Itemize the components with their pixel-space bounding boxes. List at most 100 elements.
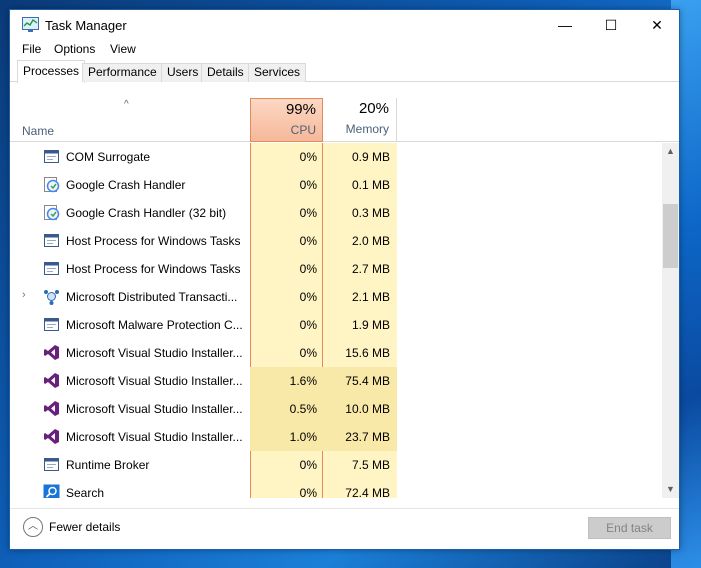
visual-studio-icon xyxy=(43,344,60,361)
process-name: Microsoft Malware Protection C... xyxy=(66,318,243,332)
process-name: COM Surrogate xyxy=(66,150,151,164)
fewer-details-link[interactable]: Fewer details xyxy=(49,520,120,534)
tab-services[interactable]: Services xyxy=(248,63,307,82)
process-cpu: 0% xyxy=(299,346,317,360)
footer-bar: ︿ Fewer details End task xyxy=(10,508,679,549)
process-row[interactable]: Microsoft Malware Protection C... 0% 1.9 M… xyxy=(10,311,660,339)
process-cpu: 0% xyxy=(299,150,317,164)
process-name: Host Process for Windows Tasks xyxy=(66,234,241,248)
window-icon xyxy=(43,232,60,249)
process-cpu: 0% xyxy=(299,486,317,498)
menu-bar: File Options View xyxy=(10,40,679,60)
process-row[interactable]: Microsoft Visual Studio Installer... 1.0%… xyxy=(10,423,660,451)
scroll-down-arrow-icon[interactable]: ▼ xyxy=(662,481,679,498)
process-row[interactable]: Search 0% 72.4 MB xyxy=(10,479,660,498)
visual-studio-icon xyxy=(43,372,60,389)
process-row[interactable]: Google Crash Handler (32 bit) 0% 0.3 MB xyxy=(10,199,660,227)
process-memory: 75.4 MB xyxy=(323,367,397,395)
process-memory: 0.1 MB xyxy=(351,178,390,192)
visual-studio-icon xyxy=(43,428,60,445)
expand-chevron-icon[interactable]: › xyxy=(22,289,26,301)
process-memory: 0.9 MB xyxy=(351,150,390,164)
window-title: Task Manager xyxy=(45,18,127,33)
maximize-button[interactable]: ☐ xyxy=(588,10,634,40)
menu-view[interactable]: View xyxy=(110,42,136,56)
process-row[interactable]: Google Crash Handler 0% 0.1 MB xyxy=(10,171,660,199)
chevron-up-circle-icon[interactable]: ︿ xyxy=(23,517,43,537)
process-row[interactable]: Host Process for Windows Tasks 0% 2.0 MB xyxy=(10,227,660,255)
process-list: COM Surrogate 0% 0.9 MB Google Crash Handle… xyxy=(10,143,679,498)
process-row[interactable]: Microsoft Visual Studio Installer... 1.6%… xyxy=(10,367,660,395)
google-update-icon xyxy=(43,176,60,193)
column-header-memory[interactable]: 20% Memory xyxy=(323,98,397,142)
process-memory: 10.0 MB xyxy=(323,395,397,423)
process-cpu: 1.0% xyxy=(250,423,323,451)
scroll-up-arrow-icon[interactable]: ▲ xyxy=(662,143,679,160)
process-name: Host Process for Windows Tasks xyxy=(66,262,241,276)
process-row[interactable]: Runtime Broker 0% 7.5 MB xyxy=(10,451,660,479)
cpu-column-label: CPU xyxy=(290,123,316,137)
cpu-total-percent: 99% xyxy=(285,101,316,118)
process-row[interactable]: › Microsoft Distributed Transacti... 0% 2.1… xyxy=(10,283,660,311)
vertical-scrollbar[interactable]: ▲ ▼ xyxy=(662,143,679,498)
minimize-button[interactable]: — xyxy=(542,10,588,40)
google-update-icon xyxy=(43,204,60,221)
process-name: Search xyxy=(66,486,105,498)
tab-performance[interactable]: Performance xyxy=(82,63,163,82)
process-name: Microsoft Distributed Transacti... xyxy=(66,290,238,304)
process-memory: 2.1 MB xyxy=(351,290,390,304)
process-cpu: 0% xyxy=(299,206,317,220)
memory-total-percent: 20% xyxy=(358,100,389,117)
process-name: Microsoft Visual Studio Installer... xyxy=(66,402,243,416)
tab-processes[interactable]: Processes xyxy=(17,60,86,83)
process-cpu: 0% xyxy=(299,178,317,192)
window-icon xyxy=(43,148,60,165)
title-bar[interactable]: Task Manager — ☐ ✕ xyxy=(10,10,679,40)
process-memory: 1.9 MB xyxy=(351,318,390,332)
process-cpu: 0% xyxy=(299,290,317,304)
process-name: Microsoft Visual Studio Installer... xyxy=(66,374,243,388)
process-memory: 7.5 MB xyxy=(351,458,390,472)
process-memory: 2.7 MB xyxy=(351,262,390,276)
tab-strip: Processes Performance Users Details Serv… xyxy=(10,60,679,83)
process-cpu: 0.5% xyxy=(250,395,323,423)
window-icon xyxy=(43,456,60,473)
end-task-button[interactable]: End task xyxy=(588,517,671,539)
process-memory: 0.3 MB xyxy=(351,206,390,220)
scroll-thumb[interactable] xyxy=(663,204,678,268)
process-name: Microsoft Visual Studio Installer... xyxy=(66,430,243,444)
process-row[interactable]: Host Process for Windows Tasks 0% 2.7 MB xyxy=(10,255,660,283)
process-memory: 23.7 MB xyxy=(323,423,397,451)
tab-users[interactable]: Users xyxy=(161,63,205,82)
process-memory: 72.4 MB xyxy=(345,486,390,498)
process-row[interactable]: COM Surrogate 0% 0.9 MB xyxy=(10,143,660,171)
column-header-name[interactable]: Name xyxy=(22,124,54,138)
process-name: Runtime Broker xyxy=(66,458,150,472)
process-name: Google Crash Handler (32 bit) xyxy=(66,206,227,220)
process-cpu: 1.6% xyxy=(250,367,323,395)
tab-details[interactable]: Details xyxy=(201,63,250,82)
column-header-row: ^ Name 99% CPU 20% Memory xyxy=(10,97,679,142)
search-icon xyxy=(43,484,60,498)
process-cpu: 0% xyxy=(299,458,317,472)
menu-options[interactable]: Options xyxy=(54,42,95,56)
process-cpu: 0% xyxy=(299,318,317,332)
visual-studio-icon xyxy=(43,400,60,417)
process-name: Google Crash Handler xyxy=(66,178,186,192)
close-button[interactable]: ✕ xyxy=(634,10,680,40)
process-memory: 15.6 MB xyxy=(345,346,390,360)
memory-column-label: Memory xyxy=(345,122,389,136)
task-manager-icon xyxy=(22,17,39,32)
window-icon xyxy=(43,316,60,333)
window-icon xyxy=(43,260,60,277)
process-name: Microsoft Visual Studio Installer... xyxy=(66,346,243,360)
menu-file[interactable]: File xyxy=(22,42,41,56)
column-header-cpu[interactable]: 99% CPU xyxy=(250,98,323,142)
process-row[interactable]: Microsoft Visual Studio Installer... 0% 15… xyxy=(10,339,660,367)
process-cpu: 0% xyxy=(299,262,317,276)
process-cpu: 0% xyxy=(299,234,317,248)
task-manager-window: Task Manager — ☐ ✕ File Options View Pro… xyxy=(9,9,680,550)
sort-ascending-icon: ^ xyxy=(124,99,129,110)
process-row[interactable]: Microsoft Visual Studio Installer... 0.5%… xyxy=(10,395,660,423)
network-icon xyxy=(43,288,60,305)
